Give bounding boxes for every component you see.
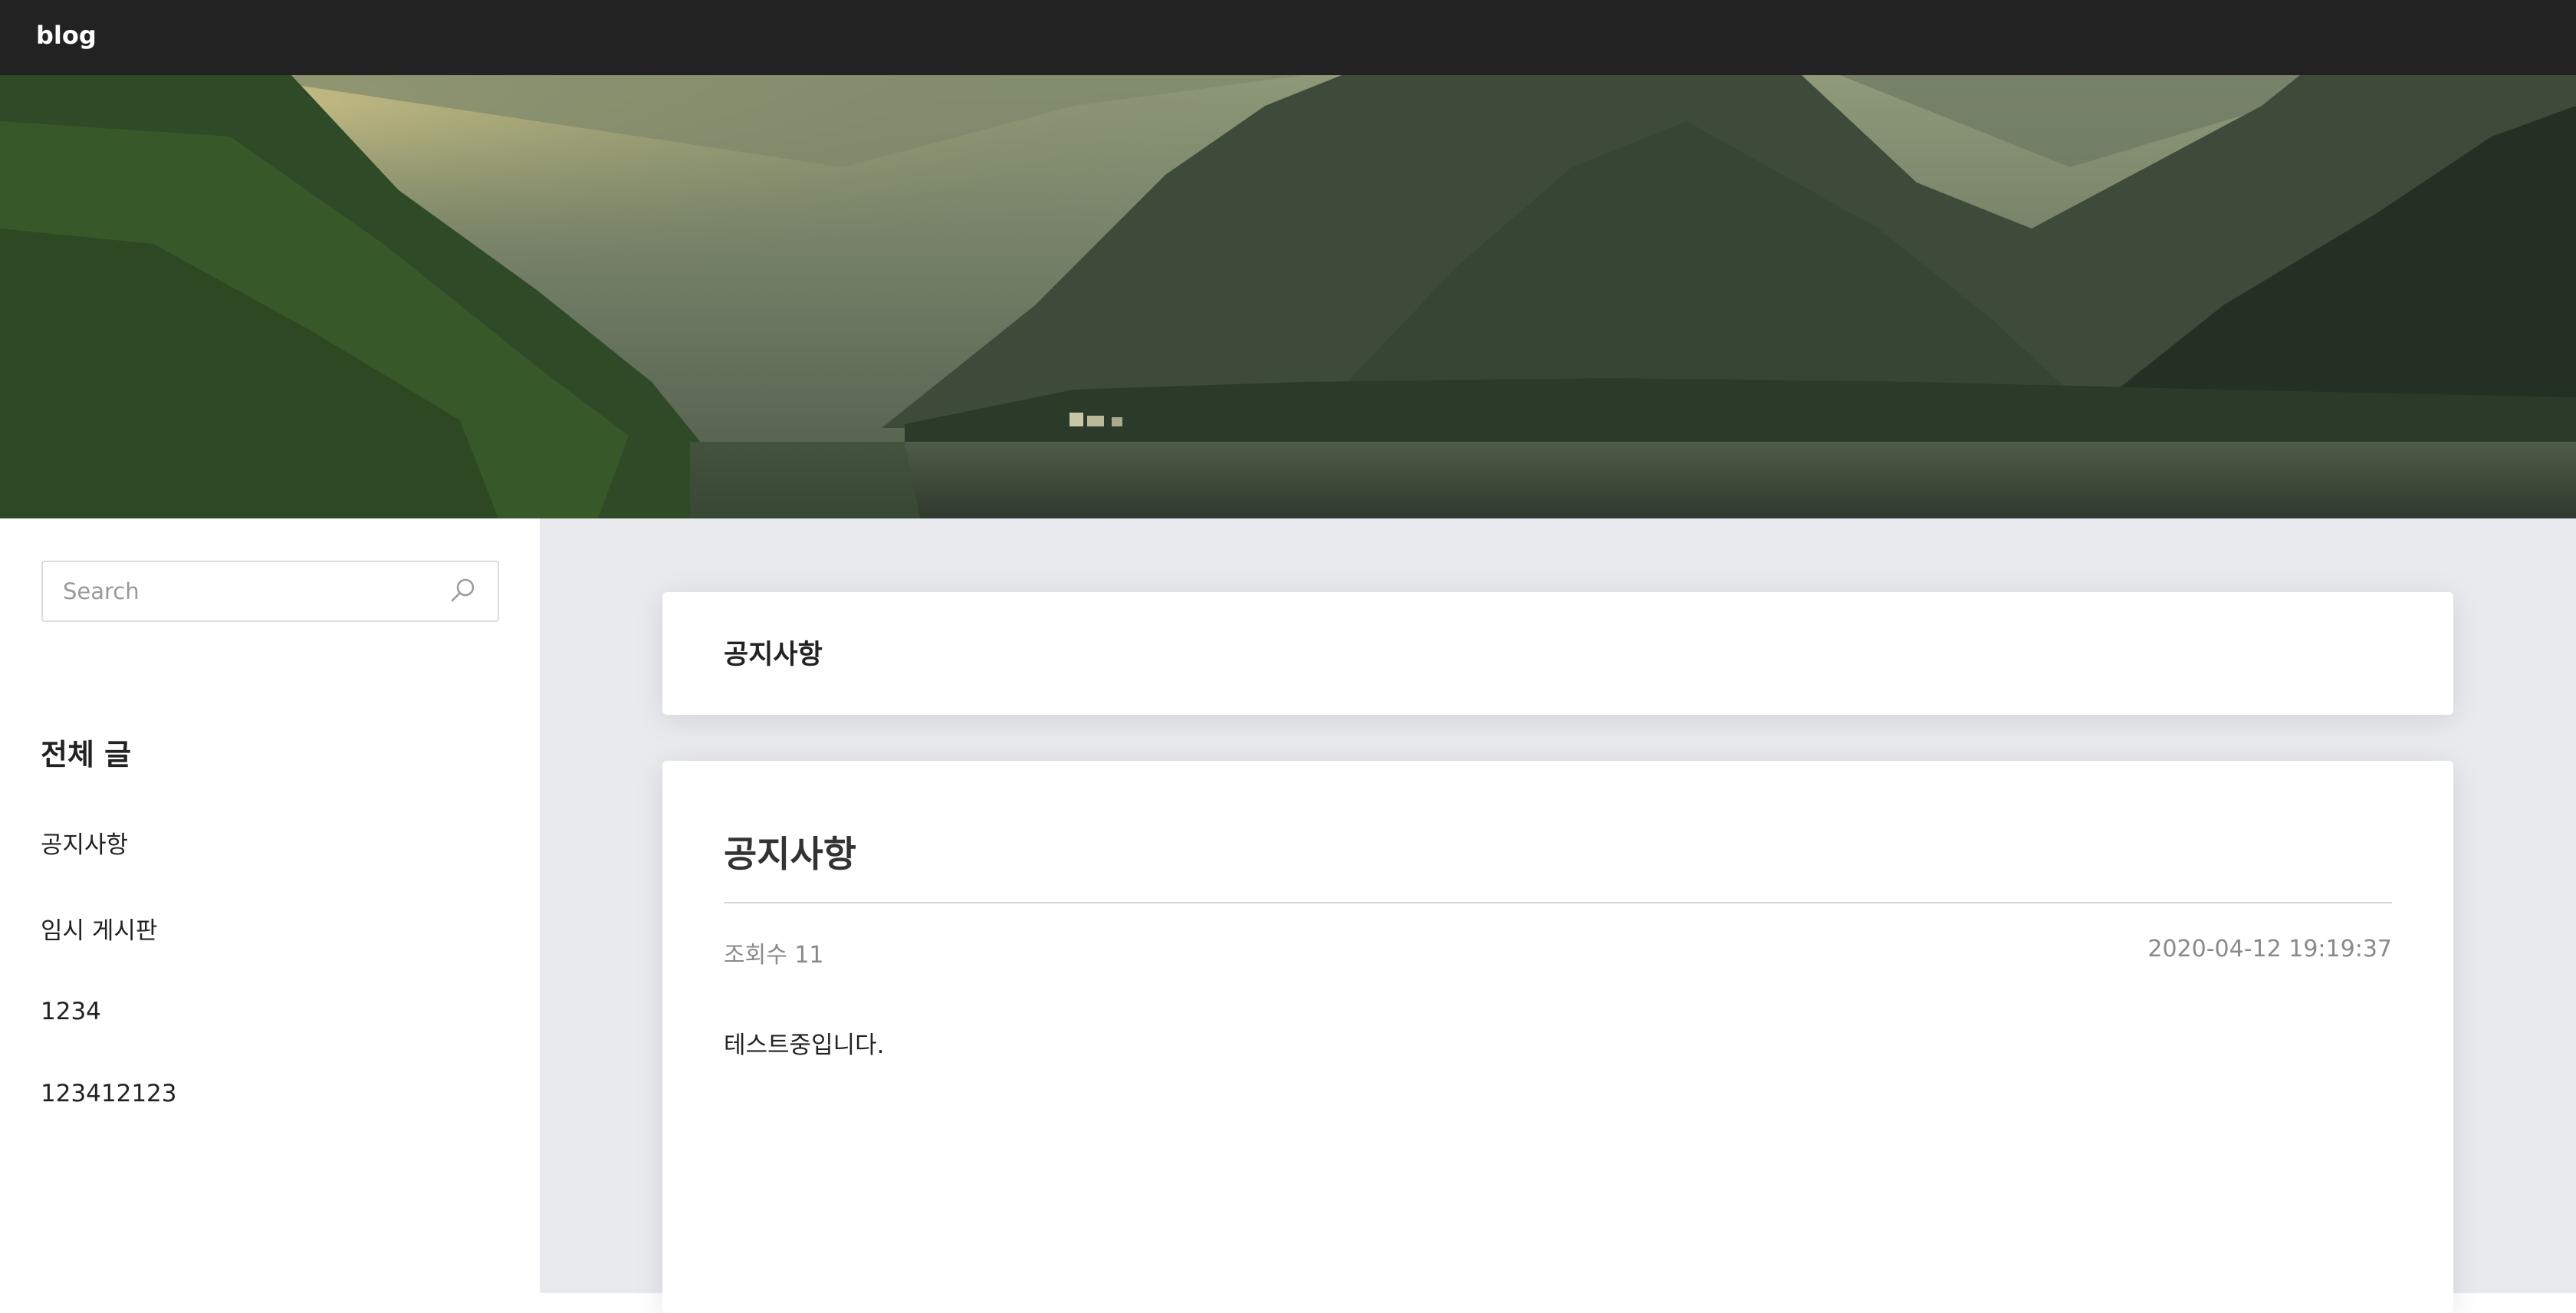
post-divider [724,902,2392,903]
board-title: 공지사항 [724,640,823,670]
post-title: 공지사항 [724,834,856,876]
post-view-count: 조회수 11 [724,942,824,969]
sidebar-item-temp-board[interactable]: 임시 게시판 [41,911,157,946]
brand-logo-link[interactable]: blog [36,21,97,50]
board-title-card: 공지사항 [662,592,2453,715]
top-navbar: blog [0,0,2576,75]
post-card: 공지사항 조회수 11 2020-04-12 19:19:37 테스트중입니다. [662,761,2453,1313]
main-content: 공지사항 공지사항 조회수 11 2020-04-12 19:19:37 테스트… [540,518,2576,1313]
sidebar-item-1234[interactable]: 1234 [41,998,101,1025]
post-date: 2020-04-12 19:19:37 [2147,936,2392,963]
sidebar: 전체 글 공지사항 임시 게시판 1234 123412123 [0,518,540,1293]
hero-banner-image [0,75,2576,518]
search-icon[interactable] [449,576,478,605]
search-input[interactable] [63,562,431,620]
category-heading[interactable]: 전체 글 [41,731,131,773]
search-box [41,561,499,622]
sidebar-item-notice[interactable]: 공지사항 [41,825,128,860]
sidebar-item-123412123[interactable]: 123412123 [41,1080,177,1107]
post-body: 테스트중입니다. [724,1032,885,1059]
